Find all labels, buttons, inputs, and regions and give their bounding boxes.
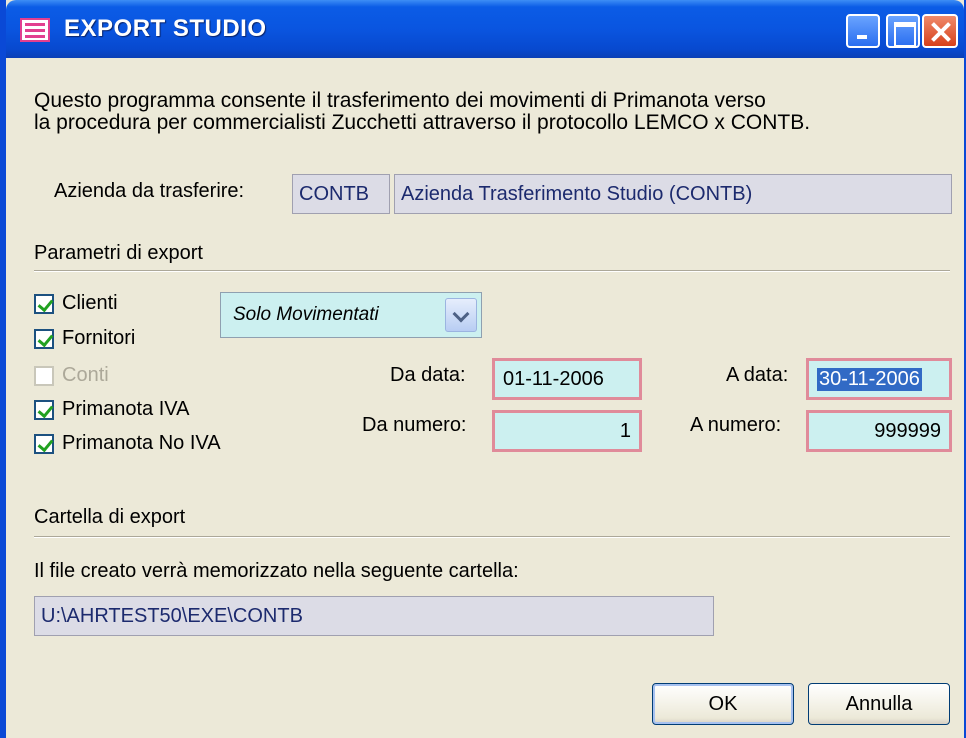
clienti-checkbox[interactable] <box>34 294 54 314</box>
annulla-button[interactable]: Annulla <box>808 683 950 725</box>
fornitori-label[interactable]: Fornitori <box>62 327 135 350</box>
export-folder-field: U:\AHRTEST50\EXE\CONTB <box>34 596 714 636</box>
parametri-divider <box>34 270 950 272</box>
description-line-1: Questo programma consente il trasferimen… <box>34 89 766 112</box>
app-icon <box>20 18 50 42</box>
title-bar[interactable]: EXPORT STUDIO <box>6 0 964 58</box>
a-data-label: A data: <box>726 364 789 386</box>
conti-checkbox <box>34 366 54 386</box>
fornitori-checkbox[interactable] <box>34 329 54 349</box>
window-title: EXPORT STUDIO <box>64 15 267 42</box>
azienda-name-field: Azienda Trasferimento Studio (CONTB) <box>394 174 952 214</box>
a-numero-label: A numero: <box>690 414 782 436</box>
azienda-label: Azienda da trasferire: <box>54 180 245 202</box>
da-numero-label: Da numero: <box>362 414 467 436</box>
primanota-iva-checkbox[interactable] <box>34 400 54 420</box>
movimenti-filter-value: Solo Movimentati <box>233 304 379 325</box>
ok-button[interactable]: OK <box>652 683 794 725</box>
cartella-info-text: Il file creato verrà memorizzato nella s… <box>34 560 519 582</box>
primanota-no-iva-checkbox[interactable] <box>34 434 54 454</box>
a-data-value: 30-11-2006 <box>817 367 922 391</box>
da-data-label: Da data: <box>390 364 466 386</box>
da-numero-field[interactable]: 1 <box>492 410 642 452</box>
chevron-down-icon[interactable] <box>445 298 477 332</box>
da-data-field[interactable]: 01-11-2006 <box>492 358 642 400</box>
minimize-button[interactable] <box>846 14 880 48</box>
clienti-label[interactable]: Clienti <box>62 292 118 315</box>
description-text: Questo programma consente il trasferimen… <box>34 90 810 134</box>
primanota-iva-label[interactable]: Primanota IVA <box>62 398 189 421</box>
azienda-code-field: CONTB <box>292 174 390 214</box>
primanota-no-iva-label[interactable]: Primanota No IVA <box>62 432 221 455</box>
conti-label: Conti <box>62 364 109 386</box>
export-studio-window: EXPORT STUDIO Questo programma consente … <box>0 0 966 738</box>
cartella-divider <box>34 536 950 538</box>
a-numero-field[interactable]: 999999 <box>806 410 952 452</box>
maximize-button[interactable] <box>886 14 920 48</box>
movimenti-filter-select[interactable]: Solo Movimentati <box>220 292 482 338</box>
a-data-field[interactable]: 30-11-2006 <box>806 358 952 400</box>
close-button[interactable] <box>922 14 958 48</box>
cartella-section-title: Cartella di export <box>34 506 186 528</box>
parametri-section-title: Parametri di export <box>34 242 203 264</box>
description-line-2: la procedura per commercialisti Zucchett… <box>34 111 811 134</box>
